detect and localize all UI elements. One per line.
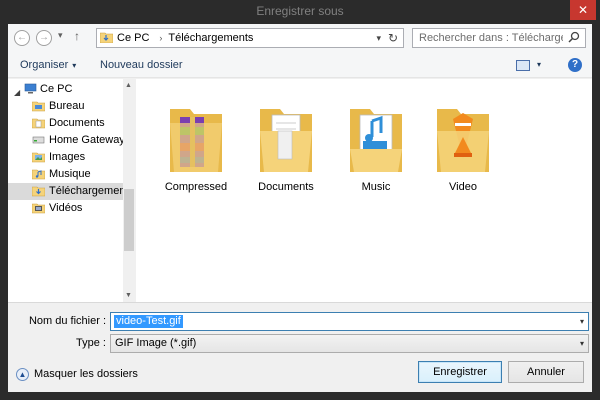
- downloads-folder-icon: [100, 32, 113, 43]
- tree-item-label: Téléchargements: [49, 185, 134, 197]
- tree-item-label: Images: [49, 151, 86, 163]
- tree-item-downloads[interactable]: Téléchargements: [8, 183, 134, 200]
- up-button[interactable]: ↑: [74, 29, 80, 43]
- file-type-dropdown-button[interactable]: ▾: [580, 339, 584, 348]
- compressed-folder-icon: [170, 109, 222, 172]
- type-label: Type :: [76, 337, 106, 349]
- help-button[interactable]: ?: [568, 58, 582, 72]
- network-drive-icon: [32, 136, 45, 144]
- search-box[interactable]: [412, 28, 586, 48]
- breadcrumb-this-pc[interactable]: Ce PC: [117, 32, 149, 44]
- recent-locations-button[interactable]: ▾: [58, 30, 63, 41]
- filename-field[interactable]: video-Test.gif ▾: [110, 312, 589, 331]
- hide-folders-label: Masquer les dossiers: [34, 368, 138, 380]
- folder-label: Music: [361, 181, 391, 193]
- tree-item-label: Musique: [49, 168, 91, 180]
- music-folder-icon: [32, 169, 45, 180]
- tree-item-music[interactable]: Musique: [8, 166, 123, 183]
- documents-folder-icon: [32, 118, 45, 129]
- folder-item-music[interactable]: Music: [331, 101, 421, 201]
- tree-item-videos[interactable]: Vidéos: [8, 200, 123, 217]
- tree-item-home-gateway[interactable]: Home Gateway N: [8, 132, 136, 149]
- search-icon[interactable]: [568, 31, 580, 43]
- command-bar: Organiser ▾ Nouveau dossier ▾ ?: [8, 54, 592, 78]
- navigation-pane[interactable]: ◢ Ce PC Bureau Documents Home Gateway N …: [8, 79, 136, 302]
- close-button[interactable]: ✕: [570, 0, 596, 20]
- collapse-icon: ▲: [16, 368, 29, 381]
- breadcrumb-downloads[interactable]: Téléchargements: [168, 32, 253, 44]
- folder-label: Compressed: [164, 181, 228, 193]
- scroll-up-icon[interactable]: ▲: [125, 82, 132, 89]
- computer-icon: [24, 83, 37, 94]
- organize-button[interactable]: Organiser ▾: [20, 59, 76, 71]
- tree-item-documents[interactable]: Documents: [8, 115, 123, 132]
- change-view-button[interactable]: [516, 60, 530, 71]
- folder-label: Documents: [258, 181, 314, 193]
- folder-item-video[interactable]: Video: [418, 101, 508, 201]
- refresh-button[interactable]: ↻: [388, 31, 398, 45]
- cancel-button[interactable]: Annuler: [508, 361, 584, 383]
- view-options-dropdown[interactable]: ▾: [537, 60, 541, 69]
- folder-label: Video: [449, 181, 477, 193]
- address-row: ← → ▾ ↑ Ce PC › Téléchargements ▾ ↻: [8, 24, 592, 54]
- back-button[interactable]: ←: [14, 30, 30, 46]
- music-folder-icon: [350, 109, 402, 172]
- folder-item-documents[interactable]: Documents: [241, 101, 331, 201]
- filename-dropdown-button[interactable]: ▾: [580, 317, 584, 326]
- tree-item-pictures[interactable]: Images: [8, 149, 123, 166]
- title-bar[interactable]: Enregistrer sous ✕: [0, 0, 600, 24]
- video-folder-icon: [437, 109, 489, 172]
- videos-folder-icon: [32, 203, 45, 214]
- tree-item-desktop[interactable]: Bureau: [8, 98, 123, 115]
- save-options: Nom du fichier : video-Test.gif ▾ Type :…: [8, 302, 592, 392]
- window-title: Enregistrer sous: [256, 4, 344, 18]
- organize-label: Organiser: [20, 59, 69, 71]
- documents-folder-icon: [260, 109, 312, 172]
- scroll-down-icon[interactable]: ▼: [125, 292, 132, 299]
- folder-item-compressed[interactable]: Compressed: [151, 101, 241, 201]
- tree-item-label: Ce PC: [40, 83, 73, 95]
- tree-item-label: Documents: [49, 117, 105, 129]
- navigation-scrollbar[interactable]: ▲ ▼: [123, 79, 135, 302]
- save-as-dialog: Enregistrer sous ✕ ← → ▾ ↑ Ce PC › Télécha…: [0, 0, 600, 400]
- filename-value[interactable]: video-Test.gif: [114, 315, 183, 328]
- tree-item-this-pc[interactable]: ◢ Ce PC: [8, 81, 123, 98]
- pictures-folder-icon: [32, 152, 45, 163]
- filename-label: Nom du fichier :: [28, 315, 106, 327]
- breadcrumb-separator[interactable]: ›: [159, 33, 162, 43]
- search-input[interactable]: [419, 31, 563, 45]
- new-folder-button[interactable]: Nouveau dossier: [100, 59, 183, 71]
- scrollbar-thumb[interactable]: [124, 189, 134, 251]
- dialog-client: ← → ▾ ↑ Ce PC › Téléchargements ▾ ↻ Rech…: [8, 24, 592, 392]
- tree-item-label: Bureau: [49, 100, 85, 112]
- forward-button[interactable]: →: [36, 30, 52, 46]
- downloads-folder-icon: [32, 186, 45, 197]
- file-type-value: GIF Image (*.gif): [115, 337, 197, 349]
- breadcrumb: Ce PC › Téléchargements: [117, 32, 257, 44]
- chevron-down-icon: ▾: [72, 61, 77, 70]
- address-dropdown-button[interactable]: ▾: [376, 33, 381, 44]
- file-list[interactable]: Compressed Documents Music Video: [136, 79, 592, 302]
- desktop-folder-icon: [32, 101, 45, 112]
- address-bar[interactable]: Ce PC › Téléchargements ▾ ↻: [96, 28, 404, 48]
- tree-item-label: Vidéos: [49, 202, 83, 214]
- file-type-select[interactable]: GIF Image (*.gif) ▾: [110, 334, 589, 353]
- save-button[interactable]: Enregistrer: [418, 361, 502, 383]
